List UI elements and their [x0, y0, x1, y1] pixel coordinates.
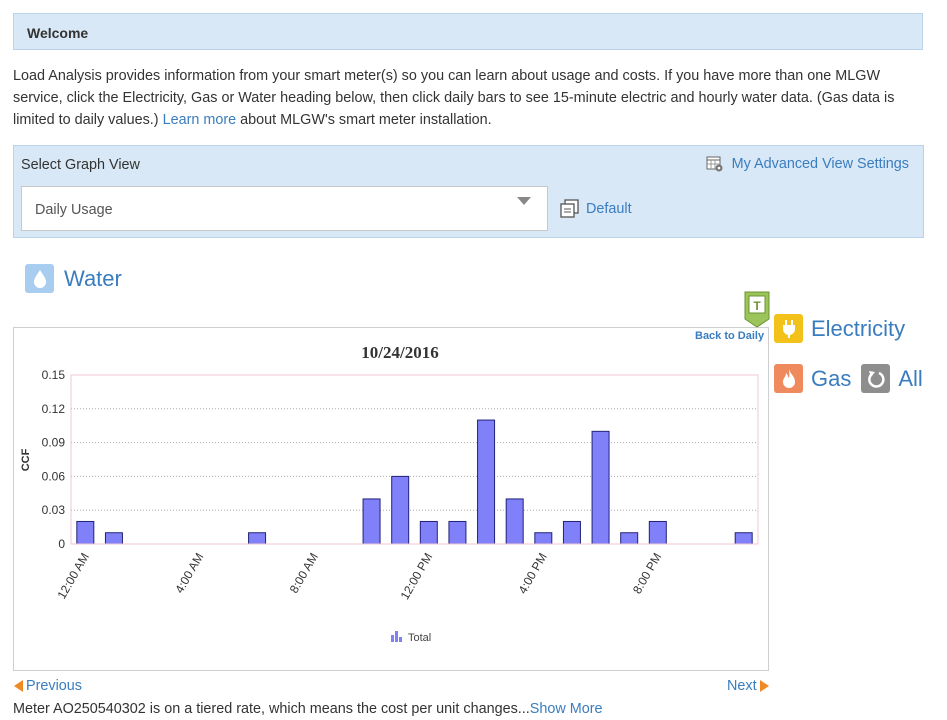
default-view[interactable]: Default: [560, 199, 632, 219]
graph-view-selected: Daily Usage: [35, 202, 113, 218]
gas-label[interactable]: Gas: [811, 366, 851, 392]
default-window-icon: [560, 199, 579, 218]
welcome-title: Welcome: [27, 25, 89, 41]
electricity-heading[interactable]: Electricity: [774, 314, 905, 343]
graph-view-label: Select Graph View: [21, 157, 140, 173]
chart-x-ticks: 12:00 AM 4:00 AM 8:00 AM 12:00 PM 4:00 PM 8:0…: [54, 550, 664, 601]
chart-plot-border: [70, 374, 759, 545]
chart-bar[interactable]: [362, 498, 381, 545]
chart-bar[interactable]: [648, 520, 667, 545]
chart-bar[interactable]: [477, 419, 496, 545]
show-more-link[interactable]: Show More: [530, 701, 603, 717]
usage-chart: 10/24/2016 CCF 0 0.03 0.06 0.09 0.12 0.15 12:…: [13, 327, 769, 671]
x-tick-label: 4:00 AM: [172, 551, 206, 596]
y-tick-label: 0.03: [42, 503, 66, 517]
y-tick-label: 0.15: [42, 368, 66, 382]
default-link[interactable]: Default: [586, 201, 632, 217]
chart-bar[interactable]: [76, 520, 95, 545]
y-tick-label: 0.12: [42, 402, 66, 416]
graph-view-panel: Select Graph View My Advanced View Setti…: [13, 145, 924, 238]
chart-bars[interactable]: [76, 419, 753, 545]
previous-label: Previous: [26, 678, 82, 694]
x-tick-label: 12:00 AM: [54, 550, 91, 601]
chart-y-ticks: 0 0.03 0.06 0.09 0.12 0.15: [42, 368, 66, 551]
meter-text: Meter AO250540302 is on a tiered rate, w…: [13, 701, 530, 717]
chart-bar[interactable]: [391, 475, 410, 545]
welcome-bar: Welcome: [13, 13, 923, 50]
intro-text-after: about MLGW's smart meter installation.: [236, 112, 492, 128]
all-label[interactable]: All: [898, 366, 922, 392]
plug-icon: [774, 314, 803, 343]
chevron-down-icon: [517, 197, 531, 205]
calendar-tag-icon: T: [744, 291, 770, 328]
y-tick-label: 0.06: [42, 469, 66, 483]
learn-more-link[interactable]: Learn more: [163, 112, 237, 128]
bar-chart-icon: [391, 631, 402, 642]
y-tick-label: 0: [58, 537, 65, 551]
x-tick-label: 12:00 PM: [398, 551, 436, 602]
y-tick-label: 0.09: [42, 436, 66, 450]
legend-total: Total: [408, 632, 431, 644]
electricity-label: Electricity: [811, 315, 906, 341]
usage-chart-svg: 10/24/2016 CCF 0 0.03 0.06 0.09 0.12 0.15 12:…: [20, 343, 759, 644]
chart-bar[interactable]: [104, 532, 123, 545]
water-label: Water: [64, 265, 122, 291]
chart-bar[interactable]: [248, 532, 267, 545]
flame-icon: [774, 364, 803, 393]
settings-table-icon: [706, 156, 723, 172]
chart-bar[interactable]: [734, 532, 753, 545]
chart-bar[interactable]: [534, 532, 553, 545]
chart-ylabel: CCF: [20, 448, 32, 471]
chart-bar[interactable]: [562, 520, 581, 545]
gas-all-row: Gas All: [774, 364, 923, 393]
next-label: Next: [727, 678, 757, 694]
back-to-daily-label: Back to Daily: [695, 330, 765, 342]
arrow-right-icon: [759, 680, 769, 692]
chart-bar[interactable]: [505, 498, 524, 545]
x-tick-label: 8:00 AM: [287, 551, 321, 596]
chart-bar[interactable]: [620, 532, 639, 545]
intro-text: Load Analysis provides information from …: [13, 65, 928, 131]
refresh-icon: [861, 364, 891, 393]
x-tick-label: 4:00 PM: [515, 551, 549, 597]
advanced-view-settings-link[interactable]: My Advanced View Settings: [732, 156, 909, 172]
graph-view-select[interactable]: Daily Usage: [21, 186, 548, 231]
back-to-daily[interactable]: T Back to Daily: [695, 291, 770, 347]
chart-bar[interactable]: [419, 520, 438, 545]
water-drop-icon: [25, 264, 54, 293]
previous-button[interactable]: Previous: [14, 678, 82, 694]
x-tick-label: 8:00 PM: [630, 551, 664, 597]
next-button[interactable]: Next: [727, 678, 769, 694]
svg-text:T: T: [753, 299, 761, 313]
meter-note: Meter AO250540302 is on a tiered rate, w…: [13, 701, 603, 717]
chart-bar[interactable]: [448, 520, 467, 545]
chart-bar[interactable]: [591, 430, 610, 545]
chart-legend[interactable]: Total: [391, 631, 431, 644]
water-heading[interactable]: Water: [25, 264, 122, 293]
chart-title: 10/24/2016: [361, 343, 438, 362]
advanced-view-settings[interactable]: My Advanced View Settings: [706, 156, 909, 172]
chart-grid: [71, 408, 758, 511]
arrow-left-icon: [14, 680, 23, 692]
